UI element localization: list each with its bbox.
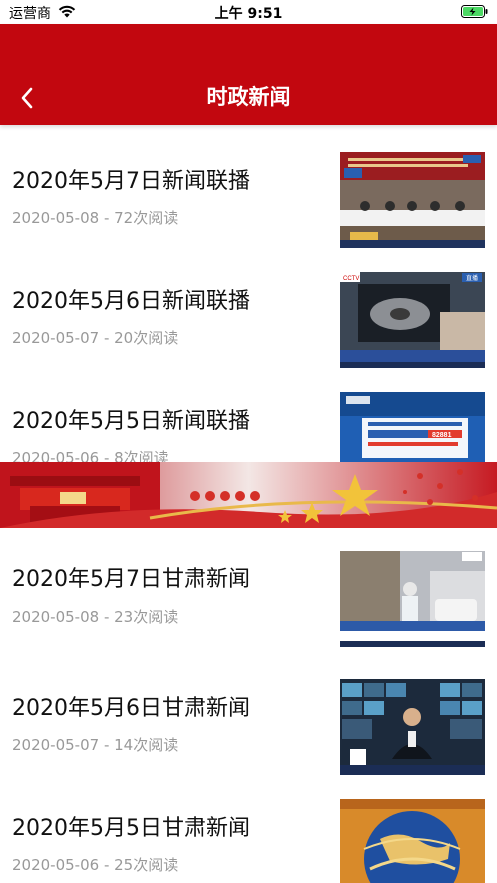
news-meta: 2020-05-07 - 14次阅读 <box>12 736 179 754</box>
news-item[interactable]: 2020年5月5日新闻联播 2020-05-06 - 8次阅读 82881 <box>0 373 497 463</box>
news-title: 2020年5月5日新闻联播 <box>12 409 250 434</box>
news-title: 2020年5月6日新闻联播 <box>12 289 250 314</box>
news-item[interactable]: 2020年5月7日新闻联播 2020-05-08 - 72次阅读 <box>0 133 497 254</box>
promo-banner[interactable] <box>0 462 497 528</box>
status-bar: 运营商 上午 9:51 <box>0 0 497 24</box>
news-item[interactable]: 2020年5月6日甘肃新闻 2020-05-07 - 14次阅读 <box>0 660 497 781</box>
news-thumbnail <box>340 679 485 775</box>
news-meta: 2020-05-06 - 8次阅读 <box>12 449 169 463</box>
news-item[interactable]: 2020年5月6日新闻联播 2020-05-07 - 20次阅读 CCTV 直播 <box>0 253 497 374</box>
news-meta: 2020-05-08 - 72次阅读 <box>12 209 179 227</box>
news-thumbnail <box>340 551 485 647</box>
news-title: 2020年5月5日甘肃新闻 <box>12 816 250 841</box>
news-thumbnail <box>340 799 485 883</box>
news-thumbnail: 82881 <box>340 392 485 462</box>
navigation-bar: 时政新闻 <box>0 24 497 125</box>
news-title: 2020年5月7日新闻联播 <box>12 169 250 194</box>
live-badge-text: 直播 <box>466 274 478 282</box>
battery-charging-icon <box>461 5 488 18</box>
news-thumbnail: CCTV 直播 <box>340 272 485 368</box>
news-meta: 2020-05-08 - 23次阅读 <box>12 608 179 626</box>
news-thumbnail <box>340 152 485 248</box>
news-item[interactable]: 2020年5月5日甘肃新闻 2020-05-06 - 25次阅读 <box>0 780 497 883</box>
news-meta: 2020-05-06 - 25次阅读 <box>12 856 179 874</box>
page-title: 时政新闻 <box>206 85 291 109</box>
news-meta: 2020-05-07 - 20次阅读 <box>12 329 179 347</box>
ticker-number: 82881 <box>432 432 452 439</box>
news-title: 2020年5月7日甘肃新闻 <box>12 567 250 592</box>
cctv-badge-text: CCTV <box>343 276 359 282</box>
news-title: 2020年5月6日甘肃新闻 <box>12 696 250 721</box>
news-item[interactable]: 2020年5月7日甘肃新闻 2020-05-08 - 23次阅读 <box>0 528 497 661</box>
clock-label: 上午 9:51 <box>214 6 283 22</box>
